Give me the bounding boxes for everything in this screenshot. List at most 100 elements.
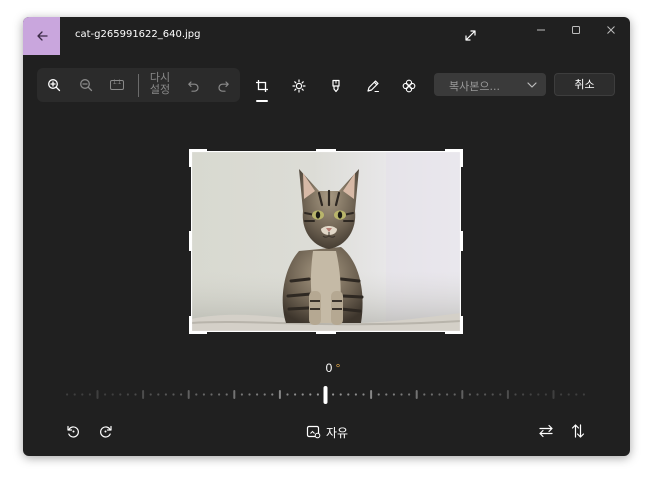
rotate-left-button[interactable] xyxy=(65,423,81,439)
rotate-left-icon xyxy=(66,425,79,438)
slider-minor-tick xyxy=(149,393,152,396)
adjust-tool-button[interactable] xyxy=(290,77,308,95)
maximize-icon xyxy=(572,26,580,34)
rotate-right-button[interactable] xyxy=(97,423,113,439)
save-copy-dropdown[interactable]: 복사본으... xyxy=(434,73,546,96)
slider-major-tick xyxy=(187,390,190,399)
slider-minor-tick xyxy=(225,393,228,396)
slider-minor-tick xyxy=(316,393,319,396)
reset-button[interactable]: 다시 설정 xyxy=(143,72,177,96)
active-tool-indicator xyxy=(256,100,268,102)
draw-icon xyxy=(367,80,380,93)
maximize-button[interactable] xyxy=(569,23,583,37)
slider-minor-tick xyxy=(491,393,494,396)
slider-minor-tick xyxy=(218,393,221,396)
flip-vertical-button[interactable] xyxy=(570,423,586,439)
crop-icon xyxy=(256,80,268,92)
crop-handle-right[interactable] xyxy=(460,231,463,251)
slider-minor-tick xyxy=(81,393,84,396)
slider-minor-tick xyxy=(119,393,122,396)
slider-minor-tick xyxy=(575,393,578,396)
slider-minor-tick xyxy=(256,393,259,396)
slider-minor-tick xyxy=(377,393,380,396)
expand-diagonal-icon[interactable] xyxy=(463,28,478,43)
filter-tool-button[interactable] xyxy=(400,77,418,95)
minimize-icon xyxy=(537,29,545,31)
back-button[interactable] xyxy=(23,17,60,55)
close-icon xyxy=(607,26,615,34)
slider-minor-tick xyxy=(438,393,441,396)
angle-unit: ° xyxy=(335,361,341,375)
slider-major-tick xyxy=(96,390,99,399)
undo-icon xyxy=(187,80,199,92)
undo-button[interactable] xyxy=(185,77,201,93)
crop-handle-top-left-v[interactable] xyxy=(189,149,192,167)
straighten-slider[interactable] xyxy=(63,385,588,405)
chevron-down-icon xyxy=(527,82,537,88)
slider-minor-tick xyxy=(111,393,114,396)
slider-minor-tick xyxy=(339,393,342,396)
slider-minor-tick xyxy=(476,393,479,396)
slider-minor-tick xyxy=(286,393,289,396)
crop-handle-top-right-v[interactable] xyxy=(460,149,463,167)
toolbar-divider xyxy=(138,74,139,97)
slider-minor-tick xyxy=(271,393,274,396)
zoom-in-button[interactable] xyxy=(46,77,62,93)
rotate-right-icon xyxy=(99,425,112,438)
aspect-ratio-label[interactable]: 자유 xyxy=(326,424,348,441)
redo-button[interactable] xyxy=(215,77,231,93)
slider-minor-tick xyxy=(453,393,456,396)
filter-icon xyxy=(402,79,416,93)
crop-tool-button[interactable] xyxy=(253,77,271,95)
actual-size-button[interactable]: 1:1 xyxy=(108,77,126,93)
minimize-button[interactable] xyxy=(534,23,548,37)
crop-handle-top[interactable] xyxy=(316,149,336,152)
slider-major-tick xyxy=(370,390,373,399)
slider-minor-tick xyxy=(66,393,69,396)
slider-minor-tick xyxy=(301,393,304,396)
slider-minor-tick xyxy=(362,393,365,396)
slider-minor-tick xyxy=(126,393,129,396)
slider-minor-tick xyxy=(332,393,335,396)
flip-vertical-icon xyxy=(571,424,585,438)
close-button[interactable] xyxy=(604,23,618,37)
cancel-button[interactable]: 취소 xyxy=(554,73,615,96)
slider-minor-tick xyxy=(104,393,107,396)
angle-readout: 0 ° xyxy=(313,361,353,375)
slider-minor-tick xyxy=(544,393,547,396)
slider-minor-tick xyxy=(180,393,183,396)
aspect-ratio-button[interactable] xyxy=(305,423,321,439)
slider-minor-tick xyxy=(195,393,198,396)
slider-minor-tick xyxy=(567,393,570,396)
crop-handle-bottom-left-v[interactable] xyxy=(189,316,192,334)
slider-minor-tick xyxy=(347,393,350,396)
slider-minor-tick xyxy=(484,393,487,396)
slider-minor-tick xyxy=(263,393,266,396)
slider-minor-tick xyxy=(423,393,426,396)
arrow-left-icon xyxy=(36,31,48,41)
slider-minor-tick xyxy=(537,393,540,396)
slider-minor-tick xyxy=(164,393,167,396)
crop-handle-bottom-right-v[interactable] xyxy=(460,316,463,334)
slider-minor-tick xyxy=(514,393,517,396)
reset-label-line2: 설정 xyxy=(149,83,171,96)
slider-minor-tick xyxy=(210,393,213,396)
slider-minor-tick xyxy=(522,393,525,396)
brightness-icon xyxy=(292,79,306,93)
view-toolbar: 1:1 다시 설정 xyxy=(37,68,240,102)
slider-thumb[interactable] xyxy=(323,386,328,404)
slider-major-tick xyxy=(461,390,464,399)
flip-horizontal-button[interactable] xyxy=(538,423,554,439)
crop-handle-bottom[interactable] xyxy=(316,331,336,334)
markup-tool-button[interactable] xyxy=(327,77,345,95)
crop-handle-left[interactable] xyxy=(189,231,192,251)
zoom-out-button[interactable] xyxy=(78,77,94,93)
flip-horizontal-icon xyxy=(539,424,553,438)
slider-minor-tick xyxy=(309,393,312,396)
slider-minor-tick xyxy=(560,393,563,396)
zoom-out-icon xyxy=(80,79,93,92)
slider-minor-tick xyxy=(73,393,76,396)
draw-tool-button[interactable] xyxy=(364,77,382,95)
crop-area[interactable] xyxy=(189,149,463,334)
slider-minor-tick xyxy=(499,393,502,396)
